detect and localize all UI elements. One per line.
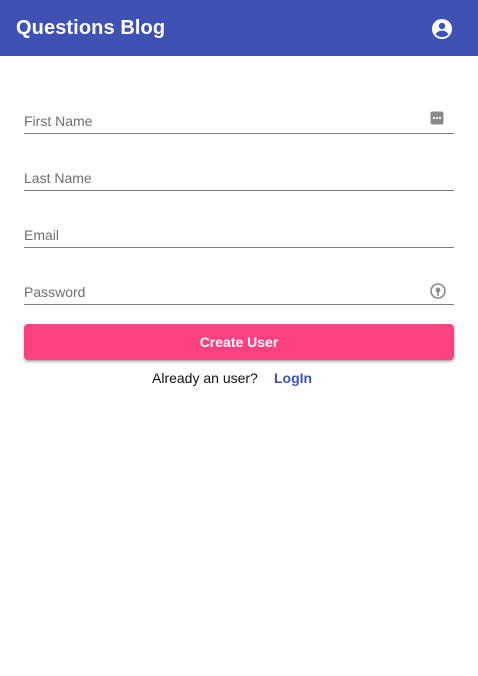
password-input[interactable] bbox=[24, 279, 454, 304]
login-prompt-text: Already an user? bbox=[152, 370, 258, 386]
password-field bbox=[24, 279, 454, 305]
password-manager-icon[interactable] bbox=[430, 111, 446, 127]
create-user-button[interactable]: Create User bbox=[24, 324, 454, 360]
last-name-field bbox=[24, 165, 454, 191]
email-input[interactable] bbox=[24, 222, 454, 247]
key-autofill-icon[interactable] bbox=[430, 283, 446, 299]
app-title: Questions Blog bbox=[16, 17, 166, 39]
app-toolbar: Questions Blog bbox=[0, 0, 478, 56]
last-name-input[interactable] bbox=[24, 165, 454, 190]
account-button[interactable] bbox=[430, 17, 454, 41]
first-name-input[interactable] bbox=[24, 108, 454, 133]
email-field bbox=[24, 222, 454, 248]
login-prompt-row: Already an user? LogIn bbox=[0, 368, 478, 388]
first-name-field bbox=[24, 108, 454, 134]
login-link[interactable]: LogIn bbox=[274, 368, 312, 388]
account-circle-icon bbox=[432, 19, 452, 39]
